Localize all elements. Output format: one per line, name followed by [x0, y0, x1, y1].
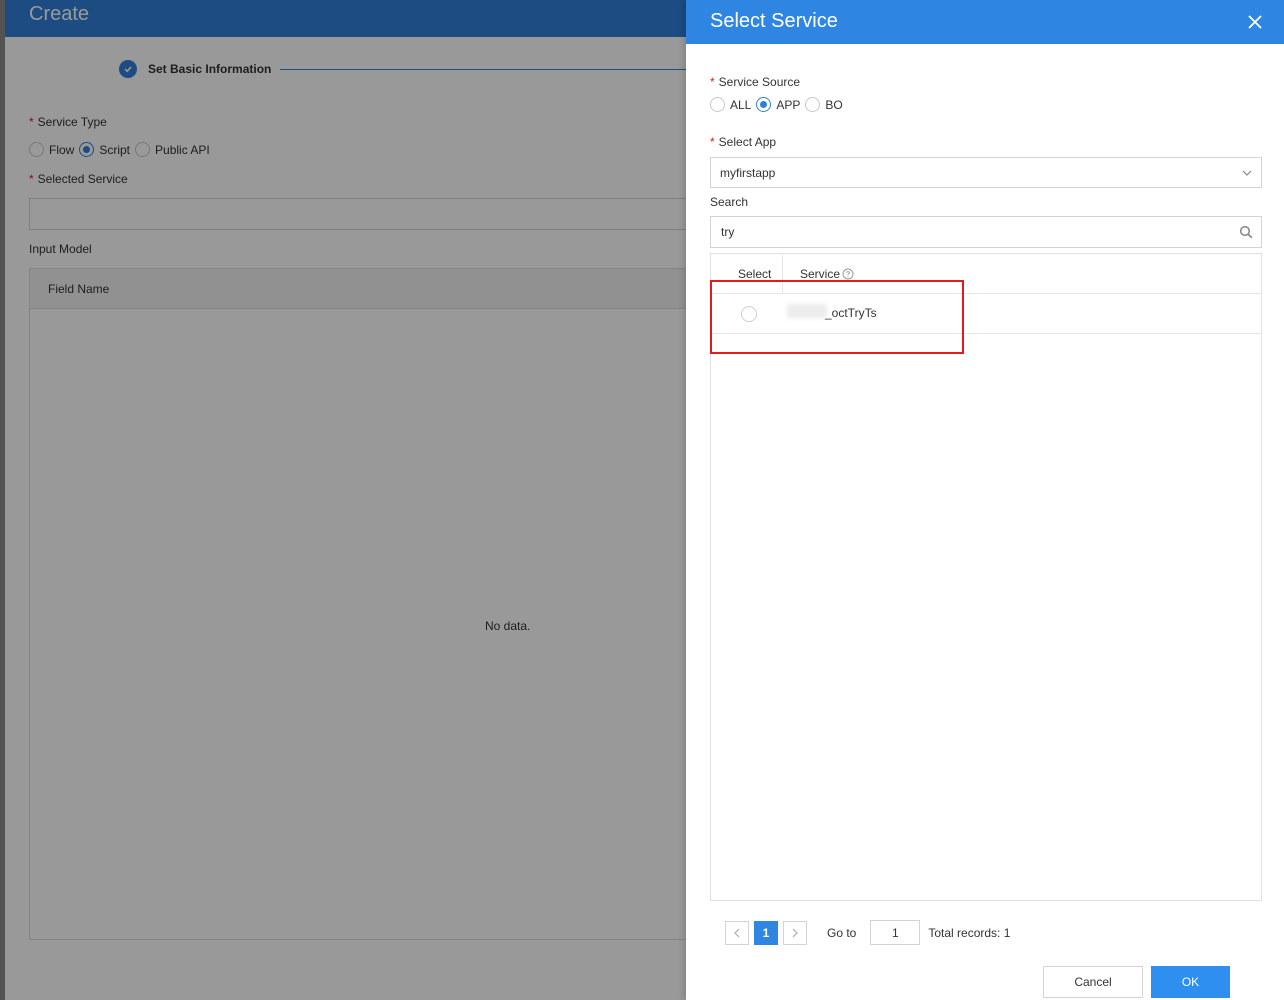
prev-page-button[interactable]	[725, 920, 749, 945]
drawer-title: Select Service	[710, 10, 838, 32]
service-column-header: Service	[800, 267, 854, 281]
pagination: 1 Go to Total records: 1	[725, 920, 1010, 945]
select-app-value: myfirstapp	[720, 165, 776, 180]
radio-app-label: APP	[776, 97, 801, 112]
chevron-right-icon	[792, 928, 798, 937]
radio-bo[interactable]	[805, 97, 821, 112]
goto-page-input[interactable]	[870, 920, 921, 945]
highlight-box	[710, 280, 964, 354]
next-page-button[interactable]	[783, 920, 807, 945]
radio-app[interactable]	[756, 97, 772, 112]
drawer-header: Select Service	[686, 0, 1284, 44]
select-service-drawer: Select Service * Service Source ALL APP …	[686, 0, 1284, 1000]
select-app-label: * Select App	[710, 135, 777, 149]
service-table: Select Service _octTryTs	[710, 253, 1262, 901]
close-icon[interactable]	[1246, 13, 1264, 31]
ok-button[interactable]: OK	[1151, 966, 1230, 998]
search-label: Search	[710, 195, 749, 209]
search-icon[interactable]	[1239, 225, 1253, 239]
chevron-down-icon	[1242, 170, 1252, 176]
radio-all-label: ALL	[730, 97, 752, 112]
service-source-label: * Service Source	[710, 75, 801, 89]
search-input[interactable]	[721, 225, 1221, 239]
select-app-dropdown[interactable]: myfirstapp	[710, 157, 1262, 188]
search-field	[710, 216, 1262, 248]
radio-all[interactable]	[710, 97, 725, 112]
total-records: Total records: 1	[928, 925, 1011, 940]
page-number-button[interactable]: 1	[754, 920, 778, 945]
select-column-header: Select	[738, 267, 772, 281]
service-source-radio-group: ALL APP BO	[710, 97, 848, 112]
chevron-left-icon	[734, 928, 740, 937]
required-asterisk: *	[710, 135, 715, 149]
cancel-button[interactable]: Cancel	[1043, 966, 1143, 998]
help-icon[interactable]	[842, 268, 854, 280]
goto-label: Go to	[827, 925, 857, 940]
radio-bo-label: BO	[825, 97, 843, 112]
required-asterisk: *	[710, 75, 715, 89]
